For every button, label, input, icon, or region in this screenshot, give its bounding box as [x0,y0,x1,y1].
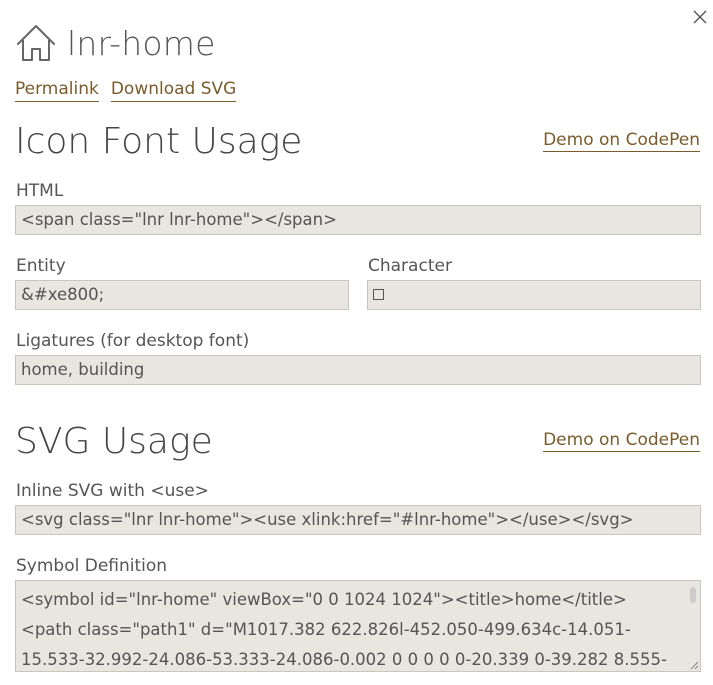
symbol-definition-text: <symbol id="lnr-home" viewBox="0 0 1024 … [21,590,667,669]
download-svg-link[interactable]: Download SVG [110,79,237,103]
inline-svg-field[interactable]: <svg class="lnr lnr-home"><use xlink:hre… [15,505,701,535]
icon-font-demo-link[interactable]: Demo on CodePen [543,130,700,153]
header-links: Permalink Download SVG [15,79,237,103]
home-icon [17,25,55,61]
ligatures-label: Ligatures (for desktop font) [16,331,250,351]
svg-demo-link[interactable]: Demo on CodePen [543,430,700,453]
entity-label: Entity [16,256,66,276]
symbol-definition-textarea[interactable]: <symbol id="lnr-home" viewBox="0 0 1024 … [15,580,701,672]
textarea-scrollbar[interactable] [688,583,698,667]
close-icon[interactable] [690,7,710,27]
inline-svg-label: Inline SVG with <use> [16,481,209,501]
character-field[interactable] [367,280,701,310]
html-label: HTML [16,181,64,201]
html-field[interactable]: <span class="lnr lnr-home"></span> [15,205,701,235]
permalink-link[interactable]: Permalink [15,79,99,103]
symbol-definition-label: Symbol Definition [16,556,168,576]
svg-section-title: SVG Usage [15,421,213,462]
icon-title: lnr-home [67,23,216,63]
character-label: Character [368,256,452,276]
character-glyph [373,288,384,300]
page-header: lnr-home [15,21,216,65]
ligatures-field[interactable]: home, building [15,355,701,385]
icon-font-section-title: Icon Font Usage [15,121,303,162]
entity-field[interactable]: &#xe800; [15,280,349,310]
resize-grip-icon[interactable] [689,660,699,670]
scrollbar-thumb[interactable] [690,587,696,603]
